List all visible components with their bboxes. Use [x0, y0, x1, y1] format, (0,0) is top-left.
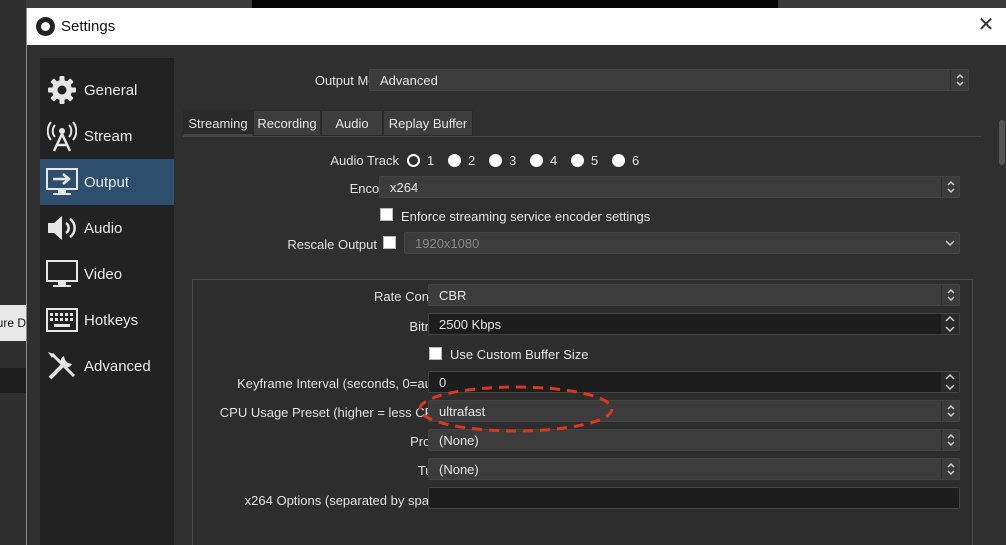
- rescale-output-checkbox[interactable]: [383, 236, 396, 249]
- updown-arrow-icon: [941, 459, 959, 479]
- window-title: Settings: [61, 18, 116, 35]
- audio-track-label-6: 6: [632, 153, 640, 168]
- audio-track-label-3: 3: [509, 153, 517, 168]
- keyframe-interval-label: Keyframe Interval (seconds, 0=auto): [237, 376, 447, 391]
- sidebar-label-output: Output: [84, 173, 130, 191]
- x264-options-input[interactable]: [428, 487, 960, 509]
- enforce-encoder-checkbox[interactable]: [380, 208, 393, 221]
- sidebar-item-video[interactable]: Video: [40, 251, 174, 297]
- gear-icon: [43, 74, 81, 106]
- output-mode-value: Advanced: [380, 73, 438, 88]
- audio-track-radio-4[interactable]: [530, 154, 543, 167]
- sidebar-item-audio[interactable]: Audio: [40, 205, 174, 251]
- sidebar-label-advanced: Advanced: [84, 357, 151, 375]
- sidebar-label-general: General: [84, 81, 138, 99]
- audio-track-radio-2[interactable]: [448, 154, 461, 167]
- tune-value: (None): [439, 462, 479, 477]
- enforce-encoder-label: Enforce streaming service encoder settin…: [401, 209, 651, 224]
- background-dock-label: ure D: [0, 305, 26, 341]
- spin-arrows-icon[interactable]: [941, 372, 959, 392]
- sidebar-label-video: Video: [84, 265, 123, 283]
- wrench-screwdriver-icon: [43, 350, 81, 382]
- cpu-preset-label: CPU Usage Preset (higher = less CPU): [219, 405, 447, 420]
- close-button[interactable]: ✕: [975, 14, 997, 36]
- profile-value: (None): [439, 433, 479, 448]
- audio-track-radio-3[interactable]: [489, 154, 502, 167]
- audio-track-label-2: 2: [468, 153, 476, 168]
- updown-arrow-icon: [941, 177, 959, 197]
- spin-arrows-icon[interactable]: [941, 314, 959, 334]
- audio-track-label-4: 4: [550, 153, 558, 168]
- rate-control-select[interactable]: CBR: [428, 284, 960, 306]
- rescale-resolution-value: 1920x1080: [415, 236, 480, 251]
- audio-track-radio-1[interactable]: [407, 154, 420, 167]
- encoder-select[interactable]: x264: [379, 176, 960, 198]
- audio-track-label-5: 5: [591, 153, 599, 168]
- obs-icon: [36, 17, 55, 36]
- tab-replay-buffer[interactable]: Replay Buffer: [383, 110, 473, 136]
- scrollbar[interactable]: [999, 120, 1005, 165]
- encoder-value: x264: [390, 180, 419, 195]
- output-mode-select[interactable]: Advanced: [369, 69, 969, 91]
- bitrate-value: 2500 Kbps: [439, 317, 502, 332]
- sidebar-item-general[interactable]: General: [40, 67, 174, 113]
- rescale-output-label: Rescale Output: [287, 237, 377, 252]
- highlight-annotation: [418, 385, 614, 433]
- bitrate-spinbox[interactable]: 2500 Kbps: [428, 313, 960, 335]
- updown-arrow-icon: [941, 401, 959, 421]
- sidebar-label-hotkeys: Hotkeys: [84, 311, 139, 329]
- sidebar-item-output[interactable]: Output: [40, 159, 174, 205]
- updown-arrow-icon: [941, 285, 959, 305]
- audio-track-label-1: 1: [427, 153, 435, 168]
- tune-select[interactable]: (None): [428, 458, 960, 480]
- tab-recording[interactable]: Recording: [253, 110, 321, 136]
- tab-divider: [183, 136, 981, 137]
- custom-buffer-checkbox[interactable]: [429, 347, 442, 360]
- audio-track-label: Audio Track: [330, 153, 399, 168]
- audio-track-radio-5[interactable]: [571, 154, 584, 167]
- speaker-icon: [43, 212, 81, 244]
- output-settings-panel: Output Mode Advanced Streaming Recording…: [183, 58, 1006, 545]
- background-dock-strip: [0, 368, 26, 393]
- antenna-icon: [43, 120, 81, 152]
- custom-buffer-label: Use Custom Buffer Size: [450, 347, 589, 362]
- settings-sidebar: General Stream Output Audio Video Hotkey…: [40, 58, 174, 545]
- monitor-icon: [43, 258, 81, 290]
- title-bar: Settings ✕: [27, 8, 1006, 45]
- monitor-arrow-icon: [43, 166, 81, 198]
- tab-streaming[interactable]: Streaming: [183, 110, 253, 136]
- rate-control-value: CBR: [439, 288, 467, 303]
- sidebar-item-stream[interactable]: Stream: [40, 113, 174, 159]
- sidebar-item-hotkeys[interactable]: Hotkeys: [40, 297, 174, 343]
- updown-arrow-icon: [950, 70, 968, 90]
- tab-audio[interactable]: Audio: [321, 110, 383, 136]
- chevron-down-icon: [941, 233, 959, 253]
- background-left-panel: [0, 0, 26, 545]
- sidebar-label-stream: Stream: [84, 127, 133, 145]
- keyboard-icon: [43, 304, 81, 336]
- sidebar-item-advanced[interactable]: Advanced: [40, 343, 174, 389]
- audio-track-radio-6[interactable]: [612, 154, 625, 167]
- x264-options-label: x264 Options (separated by space): [244, 493, 447, 508]
- updown-arrow-icon: [941, 430, 959, 450]
- sidebar-label-audio: Audio: [84, 219, 123, 237]
- settings-dialog: Settings ✕ General Stream Output Audio V…: [26, 8, 1006, 545]
- rescale-resolution-select[interactable]: 1920x1080: [404, 232, 960, 254]
